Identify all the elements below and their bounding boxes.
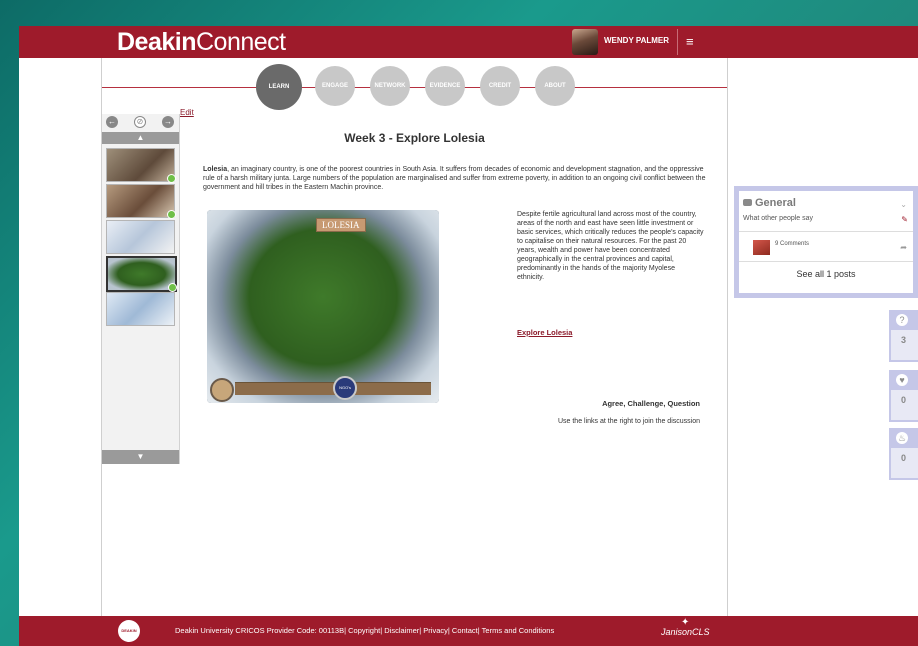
questions-stat[interactable]: ? 3: [889, 310, 918, 362]
map-title: LOLESIA: [316, 218, 366, 232]
scroll-down-button[interactable]: ▼: [102, 450, 179, 464]
question-icon: ?: [896, 314, 908, 326]
hamburger-icon[interactable]: ≡: [686, 35, 696, 49]
top-bar: DeakinConnect WENDY PALMER ≡: [19, 26, 918, 58]
general-title-text: General: [755, 197, 796, 209]
hot-count: 0: [900, 453, 906, 463]
general-title[interactable]: General: [743, 197, 796, 209]
deakin-connect-logo[interactable]: DeakinConnect: [117, 27, 286, 57]
slide-thumbnail[interactable]: [106, 184, 176, 219]
likes-count: 0: [900, 395, 906, 405]
tab-evidence[interactable]: EVIDENCE: [425, 66, 465, 106]
heart-icon: ♥: [896, 374, 908, 386]
lolesia-map[interactable]: LOLESIA NGO's ♟♟♟ ●●●●: [207, 210, 439, 403]
comment-avatar: [753, 240, 770, 255]
use-links-text: Use the links at the right to join the d…: [557, 418, 700, 425]
map-compass-icon: [210, 378, 234, 402]
agree-heading: Agree, Challenge, Question: [602, 399, 700, 408]
filmstrip-controls: ← ⊘ →: [102, 114, 179, 132]
ngo-button[interactable]: NGO's: [333, 376, 357, 400]
intro-text: , an imaginary country, is one of the po…: [203, 166, 706, 191]
brand-light: Connect: [195, 28, 286, 56]
chevron-down-icon[interactable]: ⌄: [900, 200, 907, 209]
questions-count: 3: [900, 335, 906, 345]
tab-network[interactable]: NETWORK: [370, 66, 410, 106]
tab-credit[interactable]: CREDIT: [480, 66, 520, 106]
comments-count[interactable]: 9 Comments: [775, 241, 809, 247]
divider: [739, 261, 913, 262]
tab-label: EVIDENCE: [429, 83, 461, 89]
flame-icon: ♨: [896, 432, 908, 444]
slide-thumbnail-current[interactable]: [106, 256, 177, 292]
tab-label: NETWORK: [374, 83, 406, 89]
general-subtitle: What other people say: [743, 215, 814, 222]
header-divider: [677, 29, 678, 55]
slide-thumbnail[interactable]: [106, 148, 176, 183]
page-title: Week 3 - Explore Lolesia: [344, 131, 485, 145]
likes-stat[interactable]: ♥ 0: [889, 370, 918, 422]
intro-paragraph: Lolesia, an imaginary country, is one of…: [203, 165, 709, 192]
brand-bold: Deakin: [117, 28, 196, 56]
tab-label: ABOUT: [544, 83, 566, 89]
tab-engage[interactable]: ENGAGE: [315, 66, 355, 106]
slide-thumbnail[interactable]: [106, 220, 175, 254]
slide-filmstrip: ← ⊘ → ▲ ▼: [102, 114, 180, 464]
edit-icon[interactable]: ✎: [901, 215, 908, 224]
compass-icon[interactable]: ⊘: [134, 116, 146, 128]
map-terrain: [207, 210, 439, 403]
share-icon[interactable]: ➦: [900, 243, 907, 252]
tab-label: LEARN: [268, 84, 290, 90]
arrow-left-icon[interactable]: ←: [106, 116, 118, 128]
comment-bubble-icon: [743, 199, 752, 206]
footer: DEAKIN Deakin University CRICOS Provider…: [19, 616, 918, 646]
app-window: DeakinConnect WENDY PALMER ≡ LEARN ENGAG…: [19, 26, 918, 646]
tab-learn[interactable]: LEARN: [256, 64, 302, 110]
user-name[interactable]: WENDY PALMER: [604, 36, 669, 45]
hot-stat[interactable]: ♨ 0: [889, 428, 918, 480]
arrow-right-icon[interactable]: →: [162, 116, 174, 128]
tab-about[interactable]: ABOUT: [535, 66, 575, 106]
intro-bold: Lolesia: [203, 166, 228, 173]
user-avatar[interactable]: [572, 29, 598, 55]
tab-label: ENGAGE: [321, 83, 348, 89]
see-all-posts-link[interactable]: See all 1 posts: [739, 269, 913, 279]
explore-lolesia-link[interactable]: Explore Lolesia: [517, 328, 572, 337]
deakin-footer-logo: DEAKIN: [118, 620, 140, 642]
slide-thumbnail[interactable]: [106, 292, 175, 326]
edit-link[interactable]: Edit: [180, 108, 194, 117]
tab-label: CREDIT: [488, 83, 512, 89]
main-content: LEARN ENGAGE NETWORK EVIDENCE CREDIT ABO…: [101, 58, 728, 616]
footer-links[interactable]: Deakin University CRICOS Provider Code: …: [175, 626, 554, 635]
janison-brand: JanisonCLS: [661, 627, 710, 637]
completed-check-icon: [167, 210, 176, 219]
nav-divider: [102, 87, 727, 88]
completed-check-icon: [168, 283, 177, 292]
completed-check-icon: [167, 174, 176, 183]
divider: [739, 231, 913, 232]
side-paragraph: Despite fertile agricultural land across…: [517, 211, 704, 281]
general-discussion-panel: General ⌄ What other people say ✎ 9 Comm…: [734, 186, 918, 298]
